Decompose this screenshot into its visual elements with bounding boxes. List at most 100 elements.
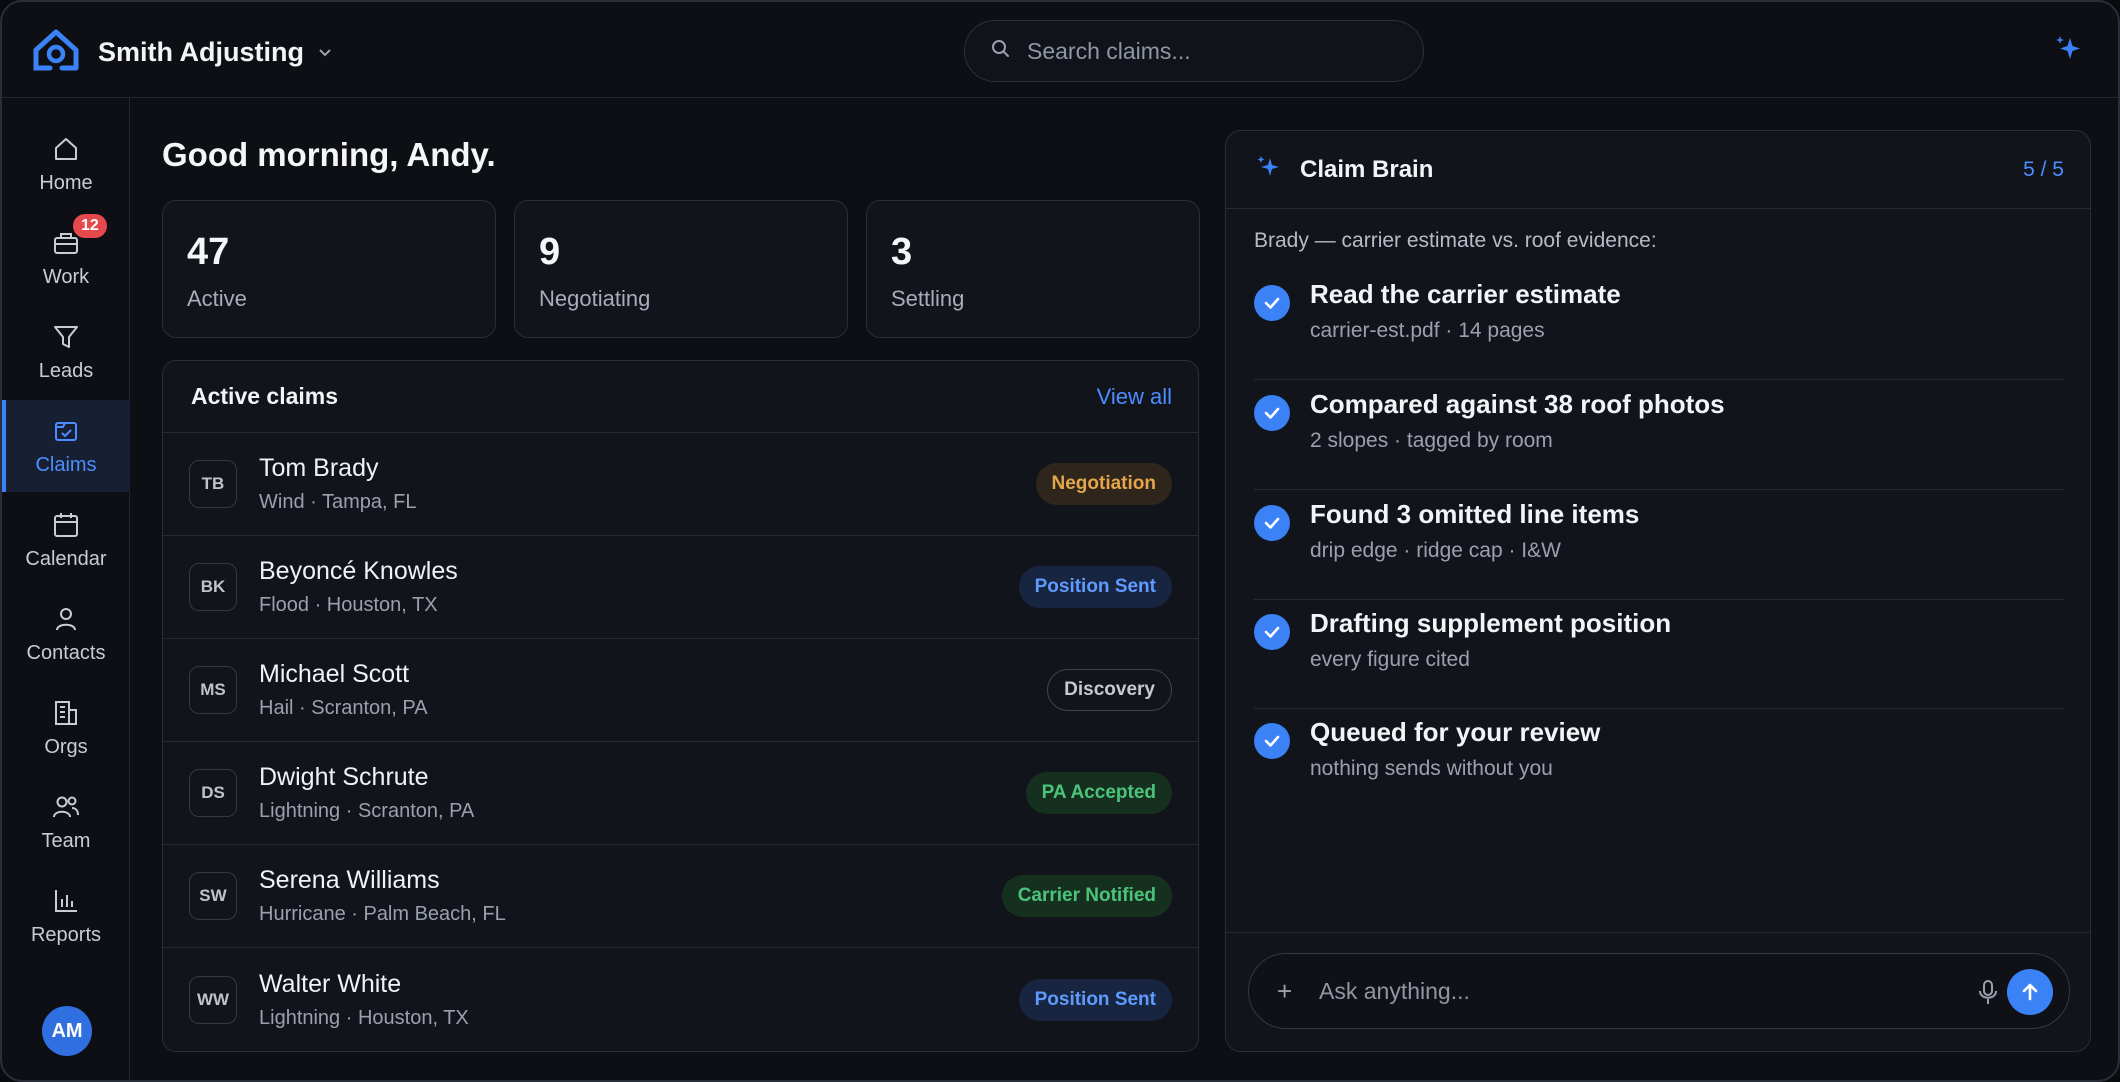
- check-circle-icon: [1254, 505, 1290, 541]
- chevron-down-icon: [318, 42, 332, 63]
- step-subtitle: drip edge · ridge cap · I&W: [1310, 539, 1561, 562]
- brain-step: Queued for your review nothing sends wit…: [1254, 709, 2064, 818]
- top-bar: Smith Adjusting Search claims...: [2, 2, 2118, 98]
- step-subtitle: carrier-est.pdf · 14 pages: [1310, 319, 1545, 342]
- claim-details: Wind · Tampa, FL: [259, 491, 417, 513]
- claim-row[interactable]: BK Beyoncé Knowles Flood · Houston, TX P…: [163, 536, 1198, 639]
- claim-brain-title: Claim Brain: [1300, 155, 1434, 183]
- status-badge: Discovery: [1047, 669, 1172, 711]
- sparkle-icon: [1256, 154, 1282, 185]
- brain-intro-text: Brady — carrier estimate vs. roof eviden…: [1254, 229, 1657, 252]
- claim-initials: DS: [189, 769, 237, 817]
- sidebar-item-claims[interactable]: Claims: [2, 400, 130, 492]
- page-title: Good morning, Andy.: [162, 136, 496, 173]
- claim-row[interactable]: DS Dwight Schrute Lightning · Scranton, …: [163, 742, 1198, 845]
- home-icon: [51, 134, 81, 164]
- step-subtitle: nothing sends without you: [1310, 757, 1553, 780]
- claim-details: Lightning · Houston, TX: [259, 1006, 469, 1029]
- ask-placeholder: Ask anything...: [1319, 977, 1470, 1004]
- sidebar-item-label: Claims: [35, 453, 97, 476]
- check-circle-icon: [1254, 285, 1290, 321]
- notification-badge: 12: [73, 213, 107, 238]
- status-badge: Position Sent: [1018, 566, 1172, 608]
- check-circle-icon: [1254, 723, 1290, 759]
- claim-initials: TB: [189, 460, 237, 508]
- claim-initials: WW: [189, 975, 237, 1024]
- step-subtitle: every figure cited: [1310, 648, 1470, 671]
- claims-icon: [51, 416, 81, 446]
- sidebar-item-leads[interactable]: Leads: [2, 306, 130, 398]
- status-badge: PA Accepted: [1025, 772, 1172, 814]
- stat-label: Settling: [891, 286, 965, 311]
- claim-initials: MS: [189, 666, 237, 714]
- sidebar-item-home[interactable]: Home: [2, 118, 130, 210]
- brain-step: Read the carrier estimate carrier-est.pd…: [1254, 271, 2064, 380]
- status-badge: Carrier Notified: [1001, 875, 1172, 917]
- claim-details: Lightning · Scranton, PA: [259, 800, 475, 822]
- person-icon: [51, 604, 81, 634]
- claim-initials: SW: [189, 872, 237, 920]
- claim-details: Hail · Scranton, PA: [259, 697, 428, 719]
- claim-row[interactable]: MS Michael Scott Hail · Scranton, PA Dis…: [163, 639, 1198, 742]
- brain-step: Drafting supplement position every figur…: [1254, 600, 2064, 709]
- stat-card-active[interactable]: 47 Active: [162, 200, 496, 338]
- app-window: Smith Adjusting Search claims... Home 12…: [0, 0, 2120, 1082]
- active-claims-title: Active claims: [191, 383, 339, 409]
- search-placeholder: Search claims...: [1027, 37, 1191, 64]
- stat-card-settling[interactable]: 3 Settling: [866, 200, 1200, 338]
- search-icon: [991, 39, 1011, 64]
- sidebar-item-work[interactable]: 12 Work: [2, 212, 130, 304]
- step-title: Queued for your review: [1310, 717, 1601, 747]
- sidebar-item-label: Contacts: [26, 641, 106, 664]
- status-badge: Position Sent: [1018, 978, 1172, 1021]
- sidebar-item-label: Calendar: [25, 547, 107, 570]
- filter-icon: [51, 322, 81, 352]
- calendar-icon: [51, 510, 81, 540]
- brain-step: Compared against 38 roof photos 2 slopes…: [1254, 381, 2064, 490]
- stat-value: 47: [187, 231, 230, 273]
- plus-icon[interactable]: +: [1277, 976, 1301, 1007]
- sidebar-item-team[interactable]: Team: [2, 776, 130, 868]
- sidebar-item-label: Work: [42, 265, 90, 288]
- sidebar-item-label: Reports: [30, 923, 102, 946]
- claim-name: Dwight Schrute: [259, 763, 429, 791]
- sidebar-item-calendar[interactable]: Calendar: [2, 494, 130, 586]
- sidebar-item-label: Leads: [38, 359, 94, 382]
- step-title: Drafting supplement position: [1310, 608, 1672, 638]
- sparkle-icon[interactable]: [2054, 34, 2084, 69]
- step-subtitle: 2 slopes · tagged by room: [1310, 429, 1553, 452]
- stat-value: 9: [539, 231, 561, 273]
- claim-brain-header: Claim Brain 5 / 5: [1226, 131, 2090, 209]
- claim-row[interactable]: TB Tom Brady Wind · Tampa, FL Negotiatio…: [163, 433, 1198, 536]
- check-circle-icon: [1254, 395, 1290, 431]
- step-title: Read the carrier estimate: [1310, 279, 1621, 309]
- send-button[interactable]: [2007, 969, 2053, 1015]
- claim-brain-panel: Claim Brain 5 / 5 Brady — carrier estima…: [1225, 130, 2091, 1052]
- avatar[interactable]: AM: [42, 1006, 92, 1056]
- sidebar-item-contacts[interactable]: Contacts: [2, 588, 130, 680]
- step-counter: 5 / 5: [2023, 157, 2064, 181]
- claim-row[interactable]: WW Walter White Lightning · Houston, TX …: [163, 948, 1198, 1051]
- stat-card-negotiating[interactable]: 9 Negotiating: [514, 200, 848, 338]
- stat-value: 3: [891, 231, 913, 273]
- claim-name: Michael Scott: [259, 660, 410, 688]
- search-input[interactable]: Search claims...: [964, 20, 1424, 82]
- claim-name: Tom Brady: [259, 454, 379, 482]
- view-all-link[interactable]: View all: [1097, 384, 1172, 410]
- brand-switcher[interactable]: Smith Adjusting: [32, 28, 332, 77]
- claim-initials: BK: [189, 563, 237, 611]
- building-icon: [51, 698, 81, 728]
- status-badge: Negotiation: [1035, 463, 1172, 505]
- sidebar-item-orgs[interactable]: Orgs: [2, 682, 130, 774]
- microphone-icon[interactable]: [1977, 978, 1999, 1011]
- claim-name: Serena Williams: [259, 866, 440, 894]
- claim-row[interactable]: SW Serena Williams Hurricane · Palm Beac…: [163, 845, 1198, 948]
- claim-name: Beyoncé Knowles: [259, 557, 458, 585]
- active-claims-header: Active claims View all: [163, 361, 1198, 433]
- sidebar-item-label: Team: [41, 829, 91, 852]
- sidebar-item-reports[interactable]: Reports: [2, 870, 130, 962]
- ask-input[interactable]: + Ask anything...: [1248, 953, 2070, 1029]
- stat-label: Negotiating: [539, 286, 651, 311]
- brain-step: Found 3 omitted line items drip edge · r…: [1254, 491, 2064, 600]
- check-circle-icon: [1254, 614, 1290, 650]
